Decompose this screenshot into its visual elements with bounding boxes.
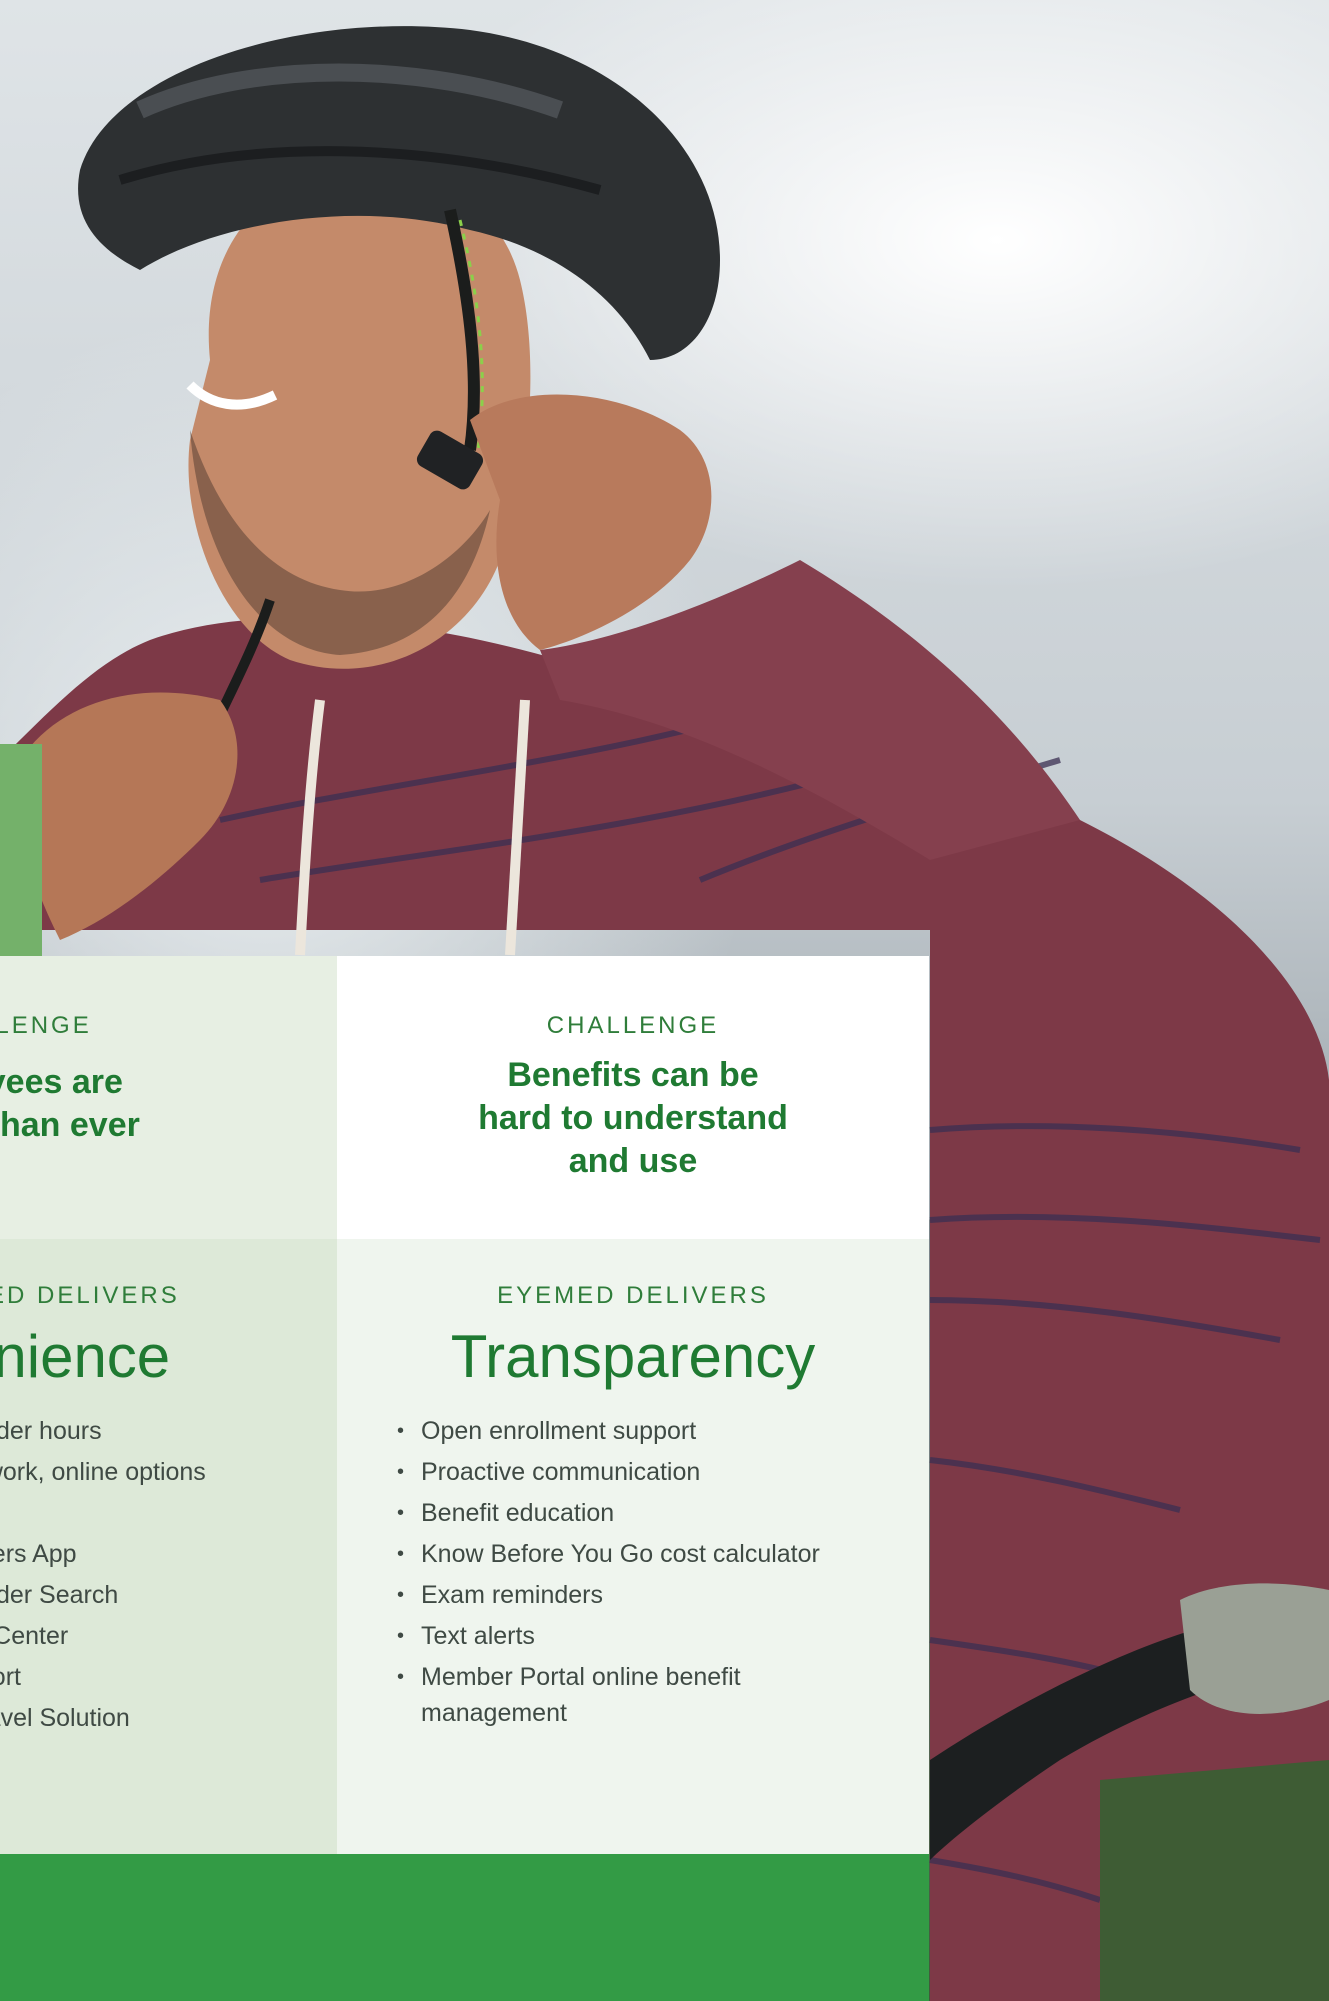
right-bullet-list: Open enrollment support Proactive commun… xyxy=(397,1411,820,1731)
list-item: Travel Solution xyxy=(0,1698,206,1739)
list-item: Text alerts xyxy=(397,1616,820,1657)
list-item: re Center xyxy=(0,1616,206,1657)
right-headline-line-2: hard to understand xyxy=(478,1099,788,1137)
list-item: Member Portal online benefit management xyxy=(397,1659,801,1731)
left-challenge-headline: oyees are r than ever xyxy=(0,1061,326,1147)
left-delivers-title: venience xyxy=(0,1323,171,1390)
left-headline-line-1: oyees are xyxy=(0,1063,123,1101)
left-bullet-list: ovider hours etwork, online options cs n… xyxy=(0,1411,206,1739)
list-item: cs xyxy=(0,1493,206,1534)
right-delivers-label: EYEMED DELIVERS xyxy=(497,1282,769,1309)
list-item: Exam reminders xyxy=(397,1575,820,1616)
left-column: ALLENGE oyees are r than ever ED DELIVER… xyxy=(0,956,337,1854)
list-item: ovider Search xyxy=(0,1575,206,1616)
left-challenge-cell: ALLENGE oyees are r than ever xyxy=(0,956,337,1239)
list-item: ovider hours xyxy=(0,1411,206,1452)
list-item: Benefit education xyxy=(397,1493,820,1534)
benefits-panel: ALLENGE oyees are r than ever ED DELIVER… xyxy=(0,956,929,2001)
right-challenge-headline: Benefits can be hard to understand and u… xyxy=(337,1054,929,1183)
left-delivers-label: ED DELIVERS xyxy=(0,1282,180,1309)
list-item: pport xyxy=(0,1657,206,1698)
list-item: Know Before You Go cost calculator xyxy=(397,1534,820,1575)
left-delivers-cell: ED DELIVERS venience ovider hours etwork… xyxy=(0,1239,337,1854)
list-item: Proactive communication xyxy=(397,1452,820,1493)
right-delivers-title: Transparency xyxy=(450,1323,816,1390)
right-delivers-cell: EYEMED DELIVERS Transparency Open enroll… xyxy=(337,1239,929,1854)
right-column: CHALLENGE Benefits can be hard to unders… xyxy=(337,956,929,1854)
list-item: nbers App xyxy=(0,1534,206,1575)
right-headline-line-1: Benefits can be xyxy=(507,1056,759,1094)
right-challenge-label: CHALLENGE xyxy=(546,1012,720,1039)
list-item: etwork, online options xyxy=(0,1452,206,1493)
list-item: Open enrollment support xyxy=(397,1411,820,1452)
right-challenge-cell: CHALLENGE Benefits can be hard to unders… xyxy=(337,956,929,1239)
left-headline-line-2: r than ever xyxy=(0,1106,140,1144)
accent-strip xyxy=(0,744,42,958)
bottom-green-bar xyxy=(0,1854,929,2001)
right-headline-line-3: and use xyxy=(568,1142,698,1180)
left-challenge-label: ALLENGE xyxy=(0,1012,92,1039)
